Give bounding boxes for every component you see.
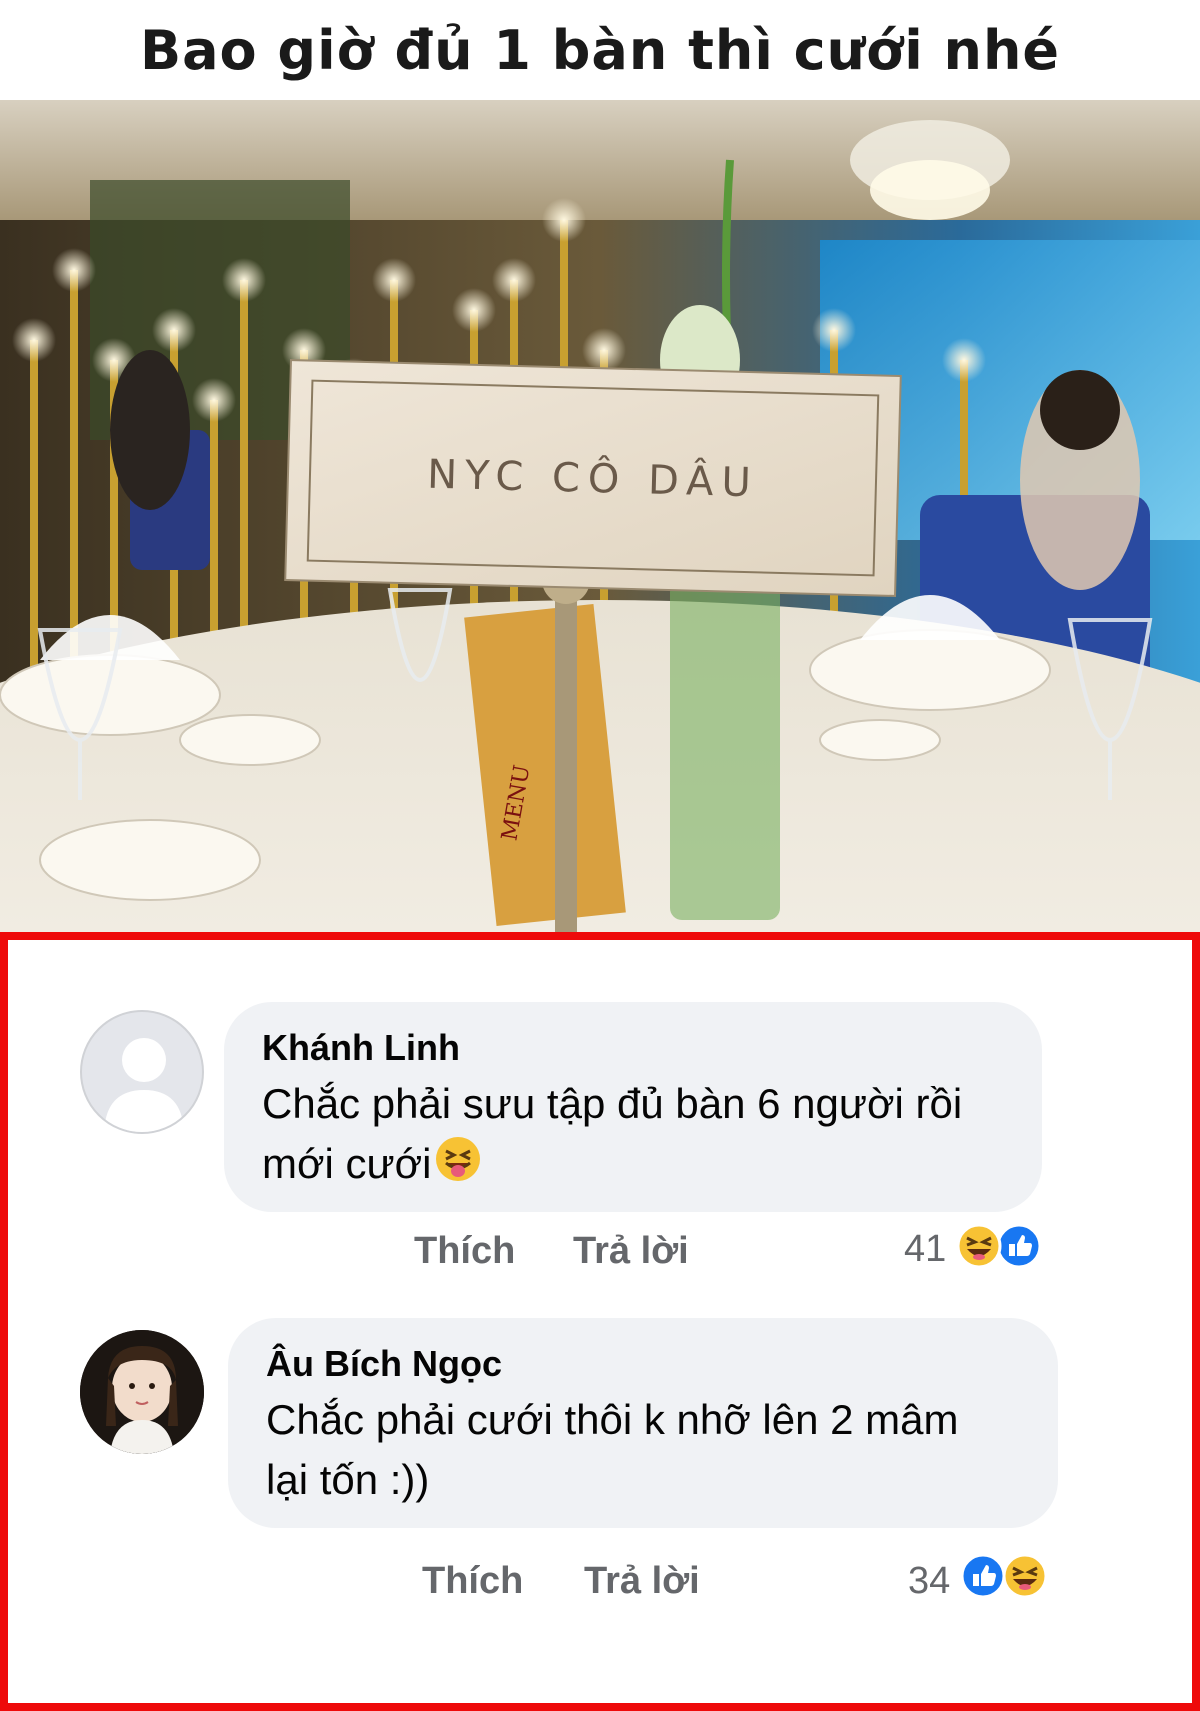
table-sign-card: NYC CÔ DÂU bbox=[284, 359, 902, 597]
reaction-count[interactable]: 34 bbox=[908, 1560, 950, 1603]
reaction-icons[interactable] bbox=[960, 1553, 1056, 1601]
comments-panel: Khánh Linh Chắc phải sưu tập đủ bàn 6 ng… bbox=[0, 932, 1200, 1711]
meme-title: Bao giờ đủ 1 bàn thì cưới nhé bbox=[0, 0, 1200, 100]
wedding-table-photo: MENU NYC CÔ DÂU bbox=[0, 100, 1200, 932]
haha-reaction-icon bbox=[1002, 1553, 1048, 1599]
like-reaction-icon bbox=[960, 1553, 1006, 1599]
table-sign-text: NYC CÔ DÂU bbox=[427, 450, 760, 507]
comment-actions: Thích Trả lời bbox=[8, 940, 1192, 1603]
like-button[interactable]: Thích bbox=[422, 1560, 523, 1603]
reply-button[interactable]: Trả lời bbox=[584, 1560, 700, 1603]
